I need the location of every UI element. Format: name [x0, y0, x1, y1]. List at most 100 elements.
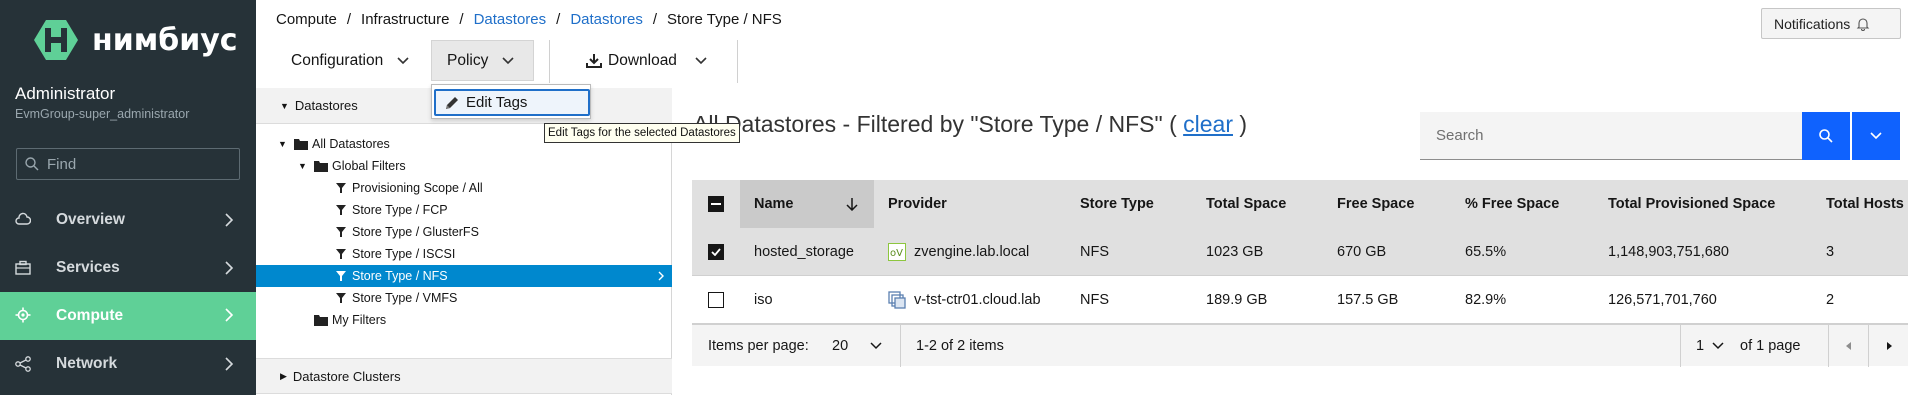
- configuration-button[interactable]: Configuration: [279, 40, 421, 81]
- policy-dropdown-menu: Edit Tags: [431, 84, 591, 119]
- caret-left-icon: [1846, 342, 1851, 350]
- row-checkbox[interactable]: [708, 292, 724, 308]
- select-all-checkbox[interactable]: [708, 196, 724, 212]
- table-row[interactable]: iso v-tst-ctr01.cloud.lab NFS 189.9 GB 1…: [692, 276, 1908, 324]
- col-header-name[interactable]: Name: [740, 180, 874, 228]
- tree-node-label: Store Type / FCP: [352, 203, 448, 217]
- nav-item-overview[interactable]: Overview: [0, 197, 256, 243]
- tree-node-label: Provisioning Scope / All: [352, 181, 483, 195]
- accordion-datastores-label: Datastores: [294, 98, 358, 113]
- briefcase-icon: [15, 260, 31, 275]
- tree-node-filter[interactable]: Store Type / VMFS: [256, 287, 672, 309]
- tree-node-filter[interactable]: Store Type / ISCSI: [256, 243, 672, 265]
- download-button[interactable]: Download: [586, 40, 707, 81]
- items-per-page-value: 20: [832, 338, 849, 354]
- chevron-right-icon: [225, 308, 234, 322]
- tree-node-filter[interactable]: Store Type / GlusterFS: [256, 221, 672, 243]
- col-header-free-space[interactable]: Free Space: [1337, 180, 1414, 228]
- caret-right-icon: [1886, 342, 1892, 350]
- pagination-divider: [1680, 325, 1681, 367]
- tree-node-label: Store Type / NFS: [352, 269, 448, 283]
- filter-icon: [336, 293, 346, 303]
- gear-icon: [15, 307, 31, 323]
- col-header-pct-free[interactable]: % Free Space: [1465, 180, 1559, 228]
- tree-node-label: Global Filters: [332, 159, 406, 173]
- tree-node-global-filters[interactable]: ▼ Global Filters: [256, 155, 672, 177]
- network-icon: [15, 356, 31, 372]
- svg-text:oV: oV: [890, 248, 903, 259]
- edit-tags-menu-item[interactable]: Edit Tags: [434, 89, 590, 116]
- user-name[interactable]: Administrator: [15, 84, 115, 104]
- nav-search-field[interactable]: [16, 148, 240, 180]
- row-checkbox[interactable]: [708, 244, 724, 260]
- policy-button[interactable]: Policy: [431, 40, 534, 81]
- items-per-page-select[interactable]: 20: [832, 325, 882, 367]
- pagination-divider: [900, 325, 901, 367]
- notifications-label: Notifications: [1774, 15, 1851, 32]
- chevron-right-icon: [225, 261, 234, 275]
- col-header-store-type[interactable]: Store Type: [1080, 180, 1154, 228]
- tree-node-filter[interactable]: Store Type / FCP: [256, 199, 672, 221]
- edit-tags-label: Edit Tags: [466, 94, 528, 111]
- advanced-search-button[interactable]: [1852, 112, 1900, 160]
- col-header-total-space[interactable]: Total Space: [1206, 180, 1286, 228]
- cell-provider: v-tst-ctr01.cloud.lab: [888, 276, 1041, 324]
- pagination-bar: Items per page: 20 1-2 of 2 items 1 of 1…: [692, 324, 1908, 367]
- breadcrumb-datastores-link[interactable]: Datastores: [474, 11, 547, 28]
- notifications-button[interactable]: Notifications: [1761, 8, 1901, 39]
- pencil-icon: [446, 96, 458, 109]
- table-row[interactable]: hosted_storage oV zvengine.lab.local NFS…: [692, 228, 1908, 276]
- ovirt-icon: oV: [888, 243, 906, 261]
- prev-page-button[interactable]: [1829, 325, 1869, 367]
- nav-search-input[interactable]: [47, 155, 227, 173]
- tree-node-filter-selected[interactable]: Store Type / NFS: [256, 265, 672, 287]
- cell-pct-free: 65.5%: [1465, 244, 1507, 260]
- cell-name: iso: [754, 292, 773, 308]
- col-header-provisioned[interactable]: Total Provisioned Space: [1608, 180, 1775, 228]
- checkmark-icon: [711, 248, 721, 256]
- cell-pct-free: 82.9%: [1465, 292, 1507, 308]
- search-button[interactable]: [1802, 112, 1850, 160]
- vmware-icon: [888, 291, 906, 309]
- indeterminate-icon: [711, 203, 721, 205]
- breadcrumb-datastores-link-2[interactable]: Datastores: [570, 11, 643, 28]
- chevron-down-icon: [695, 56, 707, 64]
- toolbar-divider: [737, 40, 738, 83]
- col-header-provider[interactable]: Provider: [888, 180, 947, 228]
- search-input[interactable]: [1420, 112, 1802, 160]
- col-header-total-hosts[interactable]: Total Hosts: [1826, 180, 1904, 228]
- download-icon: [586, 54, 602, 68]
- brand-logo[interactable]: нимбиус: [32, 18, 238, 62]
- search-bar: [1420, 112, 1902, 160]
- cell-provisioned: 1,148,903,751,680: [1608, 244, 1729, 260]
- nav-item-compute[interactable]: Compute: [0, 292, 256, 340]
- page-count: of 1 page: [1740, 338, 1801, 354]
- chevron-right-icon: [658, 271, 664, 281]
- col-header-label: Total Space: [1206, 196, 1287, 212]
- cell-total-space: 1023 GB: [1206, 244, 1264, 260]
- folder-icon: [314, 161, 328, 172]
- datastores-table: Name Provider Store Type Total Space Fre…: [692, 180, 1908, 367]
- row-select-cell: [692, 276, 740, 324]
- tree-node-filter[interactable]: Provisioning Scope / All: [256, 177, 672, 199]
- chevron-down-icon: [502, 56, 514, 64]
- nav-item-network[interactable]: Network: [0, 341, 256, 387]
- filter-icon: [336, 205, 346, 215]
- page-select[interactable]: 1: [1696, 325, 1724, 367]
- breadcrumb-separator: /: [459, 11, 464, 28]
- col-header-label: Total Hosts: [1826, 196, 1904, 212]
- filter-icon: [336, 227, 346, 237]
- clear-filter-link[interactable]: clear: [1183, 111, 1233, 137]
- accordion-datastore-clusters[interactable]: ▶ Datastore Clusters: [256, 358, 672, 394]
- cell-store-type: NFS: [1080, 292, 1109, 308]
- bell-icon: [1856, 17, 1870, 31]
- col-header-label: Free Space: [1337, 196, 1415, 212]
- nav-item-services[interactable]: Services: [0, 245, 256, 291]
- collapse-icon: ▼: [298, 161, 307, 171]
- next-page-button[interactable]: [1869, 325, 1908, 367]
- col-header-label: Name: [754, 196, 794, 212]
- cell-provider: oV zvengine.lab.local: [888, 228, 1029, 276]
- cell-total-hosts: 3: [1826, 244, 1835, 260]
- tree-node-my-filters[interactable]: My Filters: [256, 309, 672, 331]
- cell-free-space: 670 GB: [1337, 244, 1387, 260]
